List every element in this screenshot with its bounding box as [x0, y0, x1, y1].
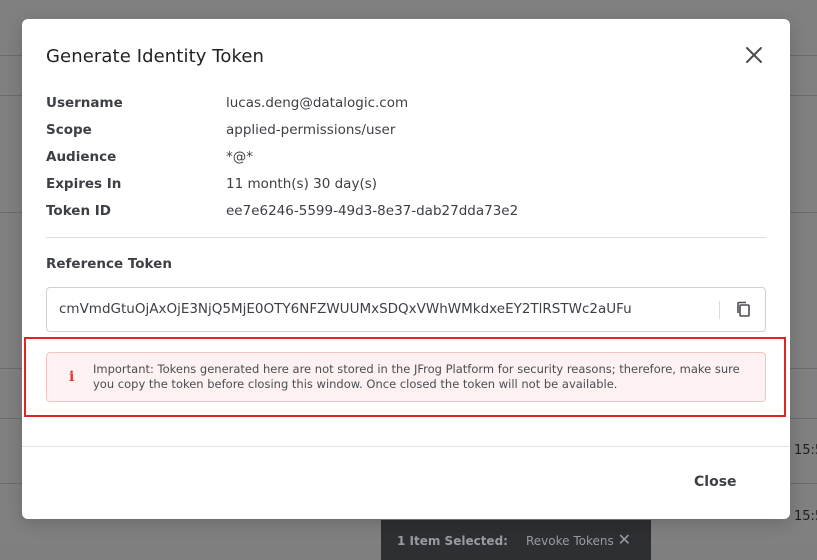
expires-in-value: 11 month(s) 30 day(s) [226, 176, 378, 192]
selection-bar: 1 Item Selected: Revoke Tokens ✕ [381, 520, 651, 560]
generate-token-modal: Generate Identity Token Username lucas.d… [22, 19, 790, 519]
revoke-tokens-button[interactable]: Revoke Tokens [526, 534, 614, 560]
alert-message: Important: Tokens generated here are not… [93, 362, 740, 391]
table-cell-time: 15:5 [794, 509, 817, 524]
table-cell-time: 15:5 [794, 443, 817, 458]
close-icon[interactable] [740, 41, 768, 69]
close-icon[interactable]: ✕ [618, 530, 631, 549]
expires-in-label: Expires In [46, 176, 122, 192]
token-field-separator [719, 301, 720, 319]
token-id-value: ee7e6246-5599-49d3-8e37-dab27dda73e2 [226, 203, 519, 219]
audience-value: *@* [226, 149, 253, 165]
close-button[interactable]: Close [688, 470, 743, 494]
section-divider [46, 237, 766, 238]
reference-token-value[interactable]: cmVmdGtuOjAxOjE3NjQ5MjE0OTY6NFZWUUMxSDQx… [59, 301, 632, 317]
reference-token-label: Reference Token [46, 256, 172, 272]
copy-icon[interactable] [733, 299, 755, 321]
audience-label: Audience [46, 149, 117, 165]
username-value: lucas.deng@datalogic.com [226, 95, 409, 111]
scope-value: applied-permissions/user [226, 122, 396, 138]
footer-divider [22, 446, 790, 447]
info-icon: i [69, 369, 75, 385]
important-alert: i Important: Tokens generated here are n… [46, 352, 766, 402]
reference-token-field[interactable]: cmVmdGtuOjAxOjE3NjQ5MjE0OTY6NFZWUUMxSDQx… [46, 287, 766, 332]
modal-title: Generate Identity Token [46, 46, 265, 67]
token-id-label: Token ID [46, 203, 112, 219]
selection-count: 1 Item Selected: [397, 534, 508, 548]
username-label: Username [46, 95, 123, 111]
scope-label: Scope [46, 122, 92, 138]
